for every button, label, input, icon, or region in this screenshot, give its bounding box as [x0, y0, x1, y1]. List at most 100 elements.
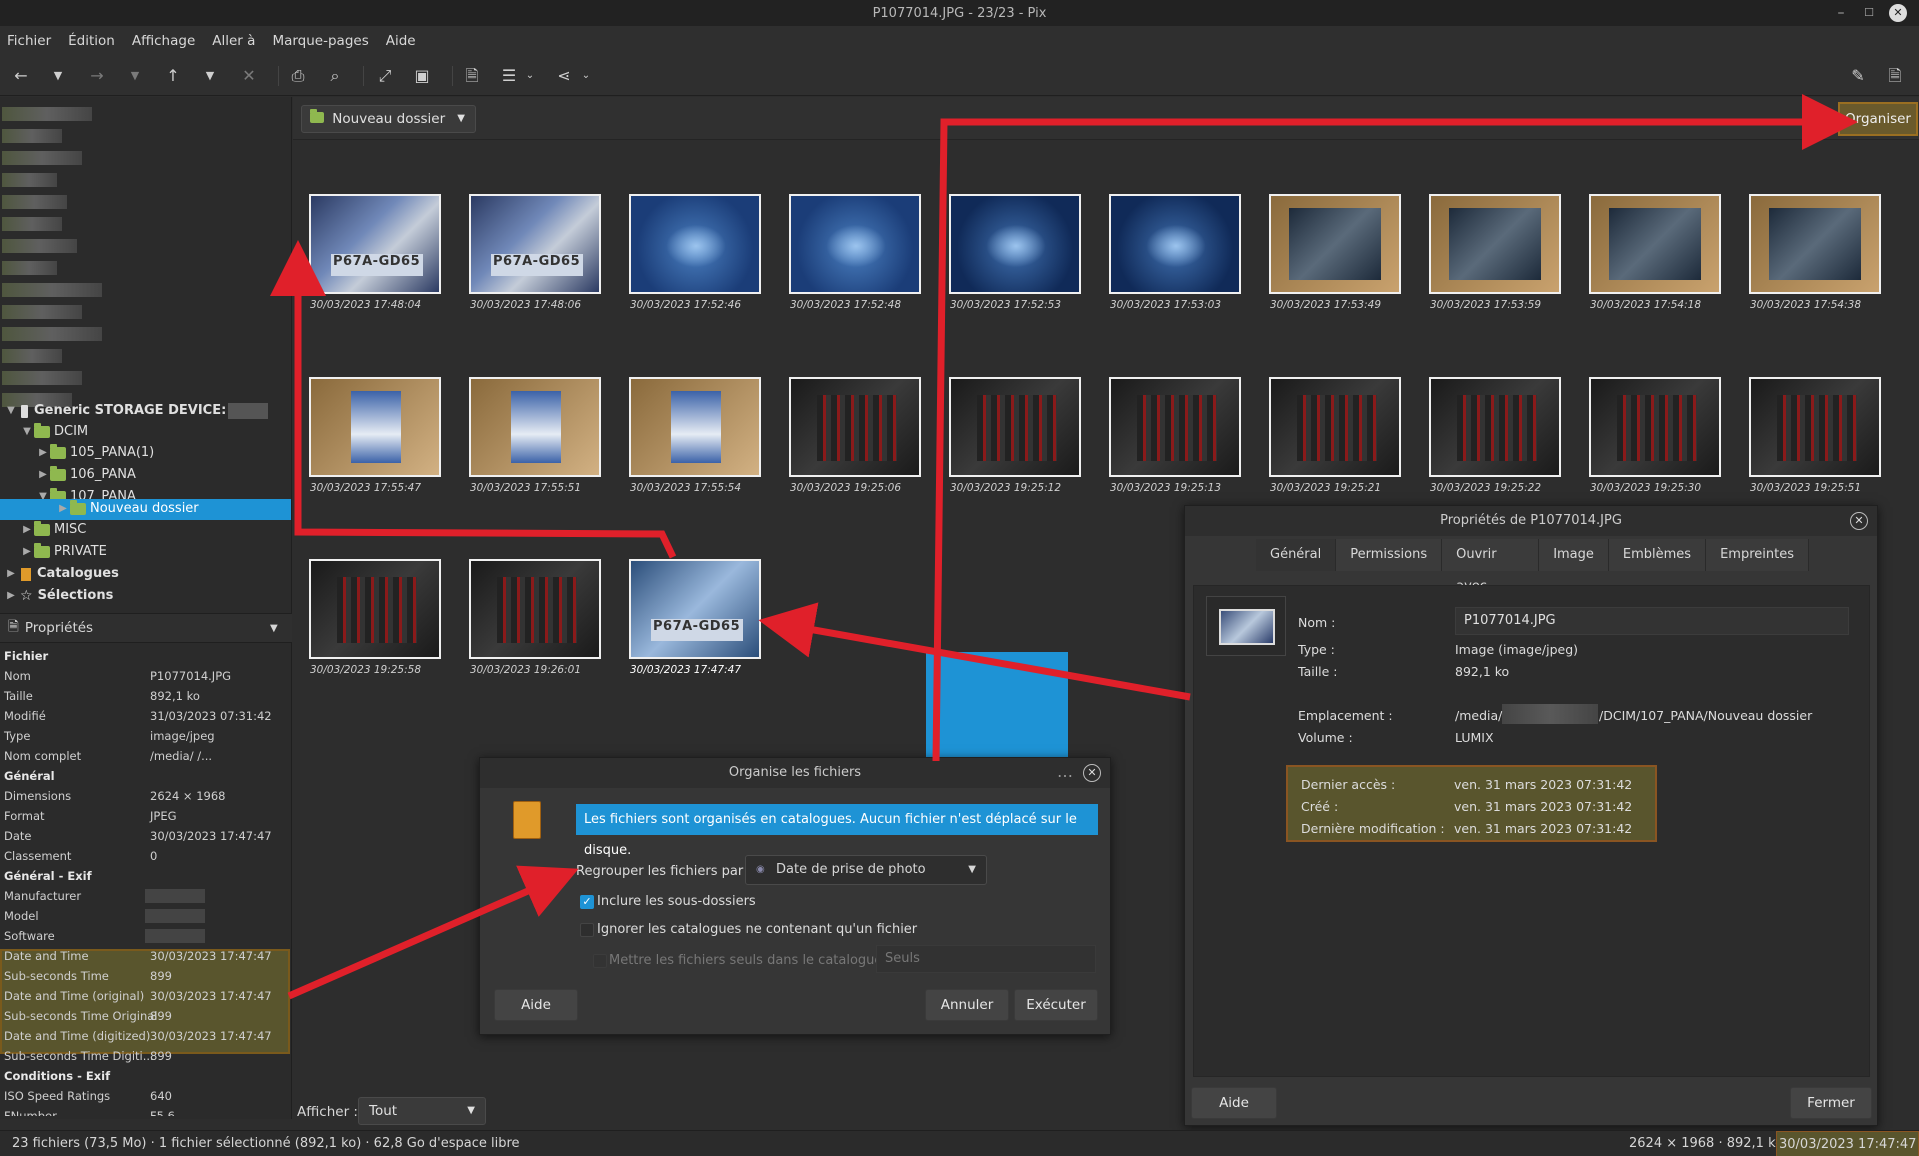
tab-emblems[interactable]: Emblèmes: [1608, 539, 1707, 571]
forward-history-dropdown-icon[interactable]: ▼: [124, 65, 146, 87]
expander-closed-icon[interactable]: ▶: [20, 519, 34, 541]
tree-item-private[interactable]: ▶ PRIVATE: [20, 541, 107, 563]
thumbnail[interactable]: [949, 377, 1081, 477]
properties-panel-header[interactable]: 🗎 Propriétés ▼: [0, 613, 292, 643]
menu-fichier[interactable]: Fichier: [7, 33, 51, 49]
single-files-input[interactable]: Seuls: [876, 945, 1096, 973]
thumbnail[interactable]: P67A-GD65: [629, 559, 761, 659]
tree-item-106-pana[interactable]: ▶ 106_PANA: [36, 464, 136, 486]
thumbnail-caption: 30/03/2023 19:25:06: [790, 482, 902, 494]
folder-selector[interactable]: Nouveau dossier ▼: [301, 105, 476, 133]
slideshow-icon[interactable]: ▣: [411, 65, 433, 87]
tree-item-misc[interactable]: ▶ MISC: [20, 519, 86, 541]
thumbnail[interactable]: [629, 194, 761, 294]
expander-closed-icon[interactable]: ▶: [20, 541, 34, 563]
expander-closed-icon[interactable]: ▶: [56, 498, 70, 520]
back-history-dropdown-icon[interactable]: ▼: [47, 65, 69, 87]
tab-image[interactable]: Image: [1539, 539, 1609, 571]
minimize-icon[interactable]: …: [1057, 762, 1073, 781]
tree-item-storage-device[interactable]: ▼ Generic STORAGE DEVICE:: [4, 400, 269, 422]
group-by-select[interactable]: ◉ Date de prise de photo ▼: [745, 855, 987, 885]
thumbnail[interactable]: [629, 377, 761, 477]
stop-icon[interactable]: ✕: [238, 65, 260, 87]
cancel-button[interactable]: Annuler: [925, 989, 1009, 1021]
folder-icon: [34, 423, 50, 438]
tab-open-with[interactable]: Ouvrir avec: [1442, 539, 1540, 594]
thumbnail[interactable]: P67A-GD65: [469, 194, 601, 294]
thumbnail[interactable]: [1749, 377, 1881, 477]
thumbnail[interactable]: [309, 377, 441, 477]
close-button[interactable]: Fermer: [1790, 1087, 1872, 1119]
chevron-down-icon[interactable]: ▼: [270, 623, 278, 634]
thumbnail[interactable]: [1589, 377, 1721, 477]
thumbnail[interactable]: [309, 559, 441, 659]
close-window-icon[interactable]: ✕: [1889, 4, 1907, 22]
edit-pencil-icon[interactable]: ✎: [1847, 65, 1869, 87]
thumbnail[interactable]: [1269, 377, 1401, 477]
thumbnail[interactable]: [789, 194, 921, 294]
search-icon[interactable]: ⌕: [324, 65, 346, 87]
expander-closed-icon[interactable]: ▶: [36, 442, 50, 464]
forward-arrow-icon[interactable]: →: [86, 65, 108, 87]
menu-aller-a[interactable]: Aller à: [212, 33, 255, 49]
menu-aide[interactable]: Aide: [386, 33, 416, 49]
thumbnail[interactable]: [1429, 377, 1561, 477]
filter-bar: Afficher : Tout ▼: [293, 1092, 963, 1130]
expander-closed-icon[interactable]: ▶: [4, 585, 18, 607]
include-subfolders-checkbox[interactable]: ✓: [580, 895, 594, 909]
thumbnail[interactable]: [469, 559, 601, 659]
up-arrow-icon[interactable]: ↑: [162, 65, 184, 87]
expander-closed-icon[interactable]: ▶: [4, 563, 18, 585]
help-button[interactable]: Aide: [1191, 1087, 1277, 1119]
menu-affichage[interactable]: Affichage: [132, 33, 195, 49]
close-icon[interactable]: ✕: [1083, 764, 1101, 782]
tab-general[interactable]: Général: [1256, 539, 1337, 571]
tab-checksums[interactable]: Empreintes: [1706, 539, 1809, 571]
menu-edition[interactable]: Édition: [68, 33, 115, 49]
file-preview: [1206, 596, 1286, 656]
single-files-checkbox[interactable]: [593, 954, 607, 968]
print-icon[interactable]: ⎙: [287, 65, 309, 87]
thumbnail[interactable]: [1109, 194, 1241, 294]
thumbnail-subject: [497, 577, 577, 643]
close-icon[interactable]: ✕: [1850, 512, 1868, 530]
fullscreen-icon[interactable]: ⤢: [374, 65, 396, 87]
usb-drive-icon: [21, 404, 28, 418]
thumbnail[interactable]: P67A-GD65: [309, 194, 441, 294]
tree-item-selections[interactable]: ▶ ☆ Sélections: [4, 585, 113, 607]
tree-item-105-pana[interactable]: ▶ 105_PANA(1): [36, 442, 154, 464]
expander-closed-icon[interactable]: ▶: [36, 464, 50, 486]
tree-item-dcim[interactable]: ▼ DCIM: [20, 421, 88, 443]
name-field[interactable]: P1077014.JPG: [1455, 607, 1849, 635]
properties-icon[interactable]: 🗎: [461, 65, 483, 87]
thumbnail[interactable]: [949, 194, 1081, 294]
back-arrow-icon[interactable]: ←: [10, 65, 32, 87]
minimize-icon[interactable]: –: [1832, 4, 1850, 22]
help-button[interactable]: Aide: [494, 989, 578, 1021]
tab-permissions[interactable]: Permissions: [1336, 539, 1443, 571]
view-menu-icon[interactable]: ☰: [498, 65, 520, 87]
tree-item-catalogues[interactable]: ▶ Catalogues: [4, 563, 119, 585]
share-dropdown-icon[interactable]: ⌄: [575, 65, 597, 87]
expander-open-icon[interactable]: ▼: [20, 421, 34, 443]
thumbnail[interactable]: [1429, 194, 1561, 294]
thumbnail[interactable]: [1269, 194, 1401, 294]
thumbnail[interactable]: [1109, 377, 1241, 477]
up-history-dropdown-icon[interactable]: ▼: [199, 65, 221, 87]
last-modified-value: ven. 31 mars 2023 07:31:42: [1454, 821, 1633, 836]
maximize-icon[interactable]: ☐: [1860, 4, 1878, 22]
thumbnail[interactable]: [789, 377, 921, 477]
menu-marque-pages[interactable]: Marque-pages: [272, 33, 368, 49]
view-menu-dropdown-icon[interactable]: ⌄: [519, 65, 541, 87]
properties-toggle-icon[interactable]: 🗎: [1884, 65, 1906, 87]
share-icon[interactable]: ⋖: [553, 65, 575, 87]
ignore-single-checkbox[interactable]: [580, 923, 594, 937]
thumbnail[interactable]: [469, 377, 601, 477]
organize-button[interactable]: Organiser: [1838, 102, 1918, 136]
thumbnail[interactable]: [1589, 194, 1721, 294]
filter-select[interactable]: Tout ▼: [358, 1097, 486, 1125]
execute-button[interactable]: Exécuter: [1014, 989, 1098, 1021]
thumbnail[interactable]: [1749, 194, 1881, 294]
tree-item-nouveau-dossier[interactable]: ▶ Nouveau dossier: [56, 498, 199, 520]
expander-open-icon[interactable]: ▼: [4, 400, 18, 422]
